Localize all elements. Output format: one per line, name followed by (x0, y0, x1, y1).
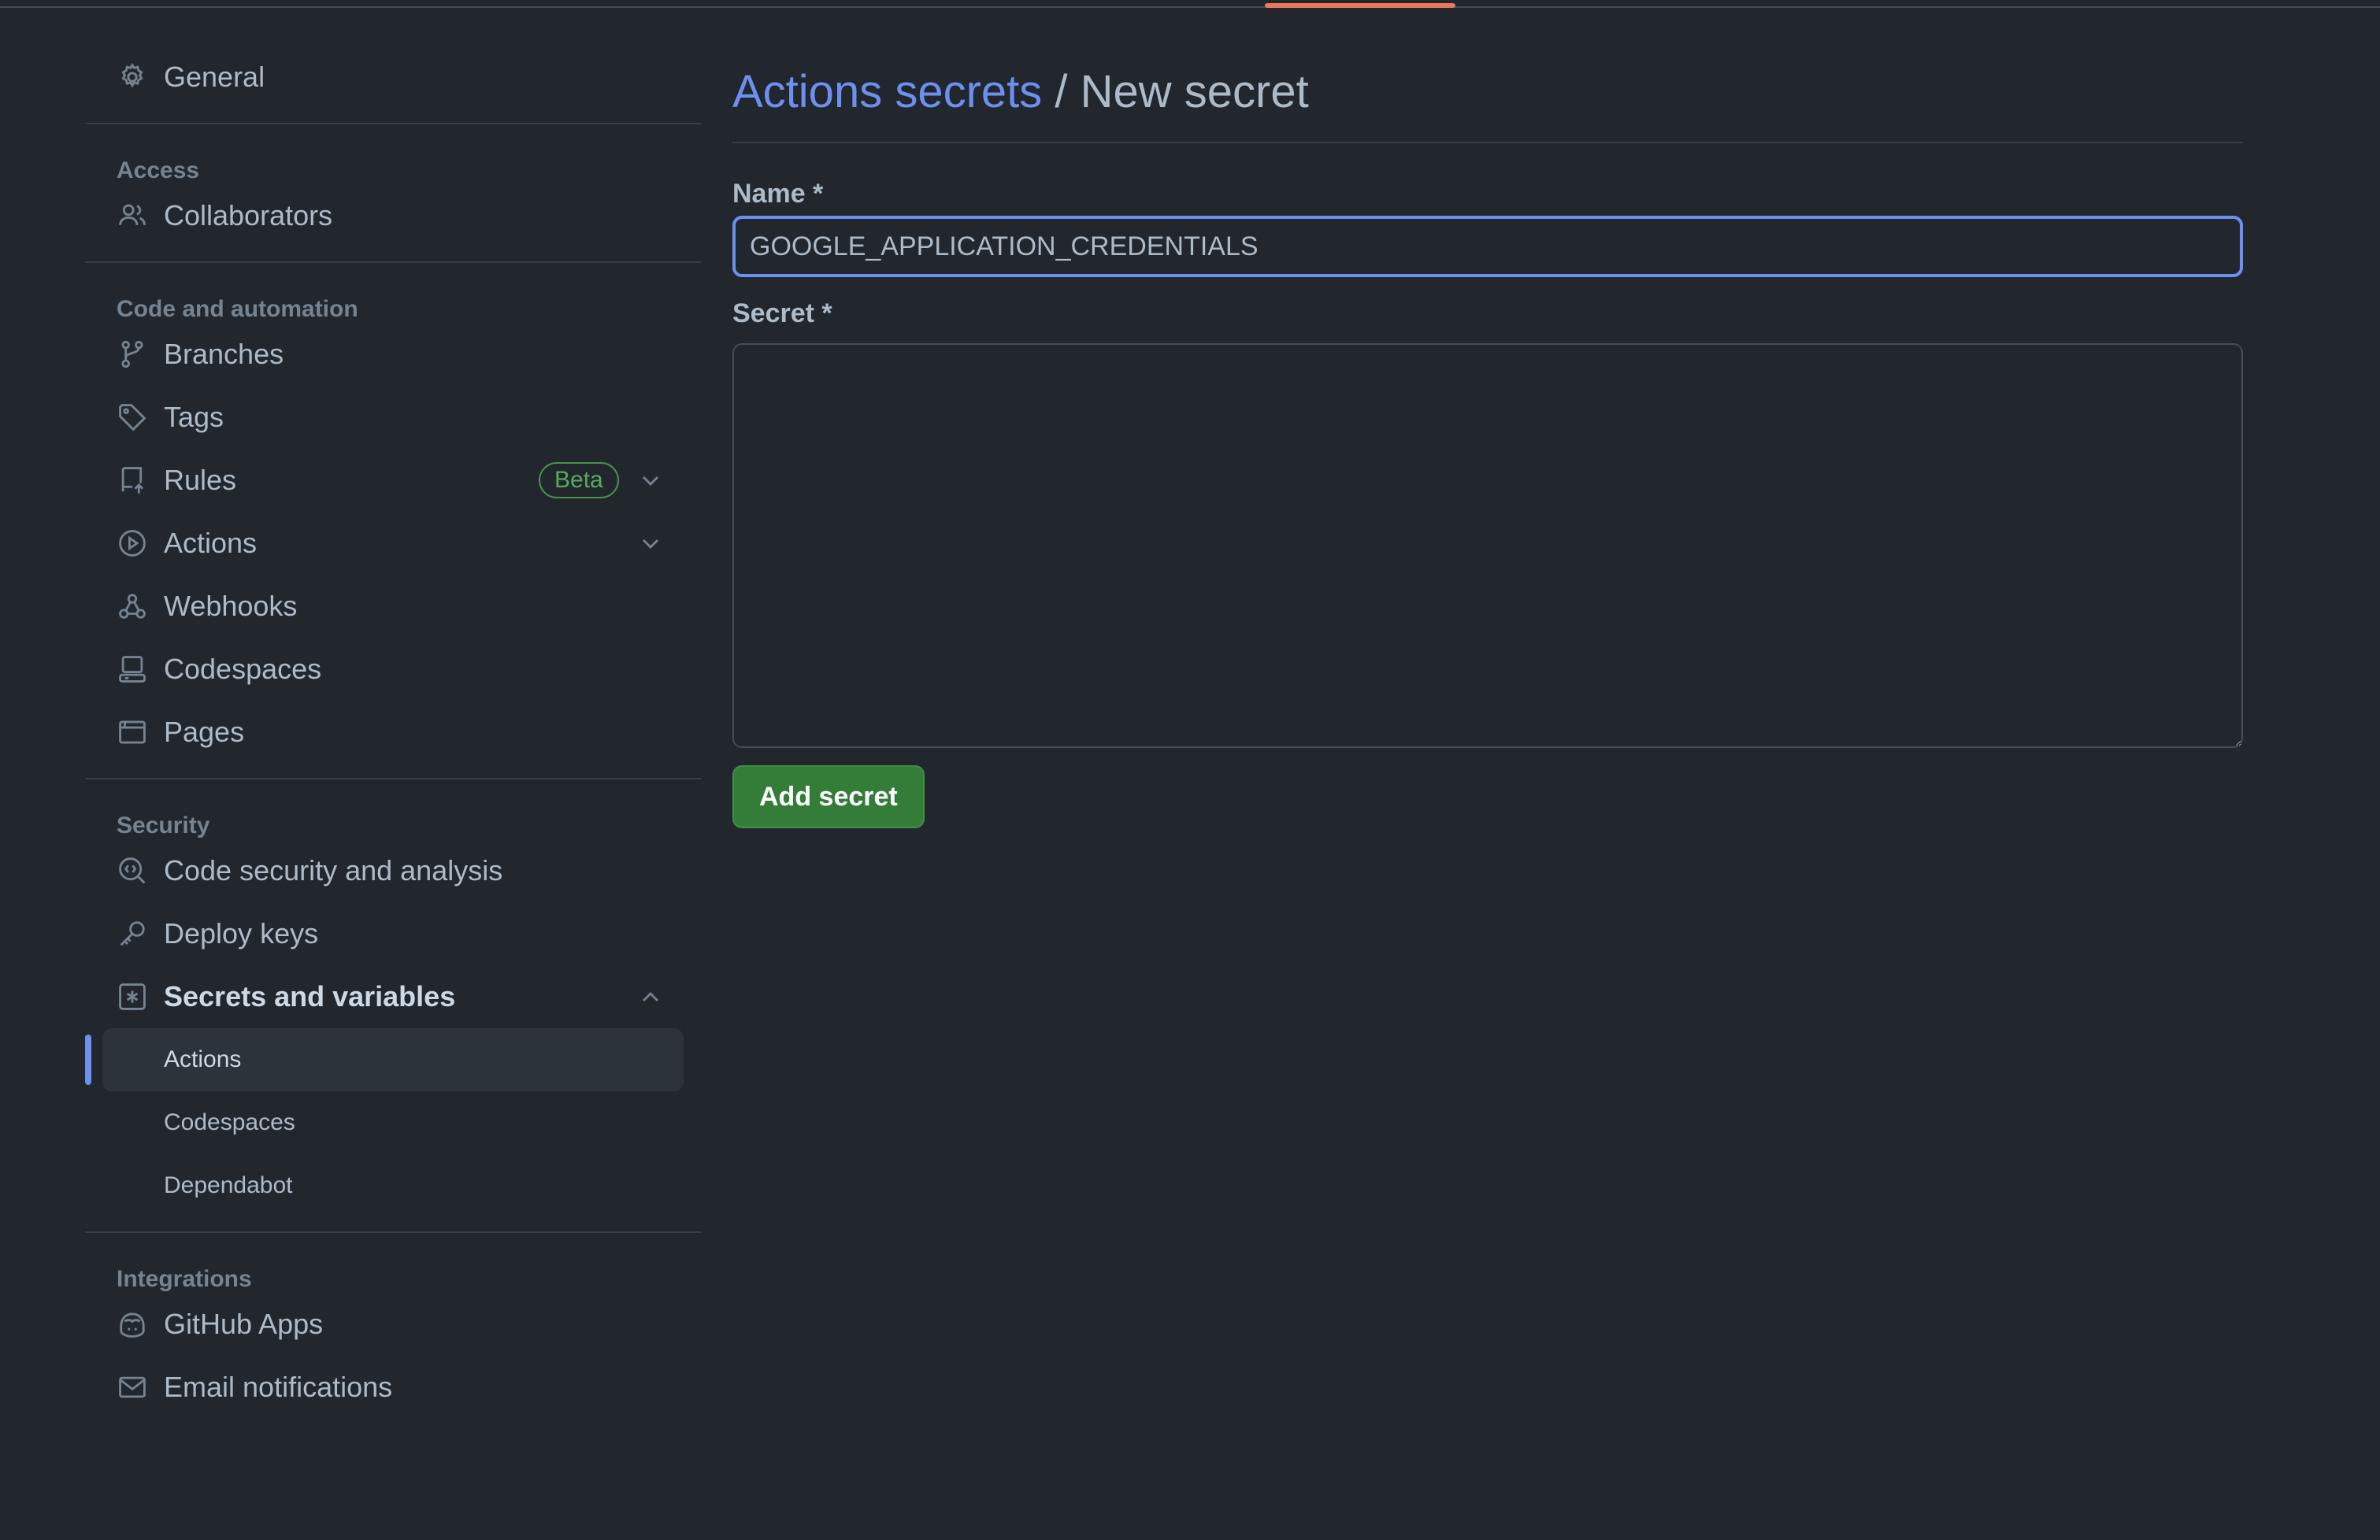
main-content: Actions secrets / New secret Name * Secr… (732, 65, 2243, 828)
breadcrumb-separator: / (1055, 66, 1068, 117)
add-secret-button[interactable]: Add secret (732, 765, 925, 828)
sidebar-item-secrets-variables[interactable]: Secrets and variables (85, 965, 701, 1028)
play-icon (117, 528, 148, 559)
sidebar-divider (85, 261, 701, 263)
sidebar-item-actions[interactable]: Actions (85, 512, 701, 575)
sidebar-subitem-actions[interactable]: Actions (85, 1028, 701, 1091)
sidebar-item-pages[interactable]: Pages (85, 701, 701, 764)
sidebar-item-label: Actions (164, 527, 258, 559)
top-border (0, 0, 2380, 8)
asterisk-box-icon (117, 981, 148, 1012)
settings-sidebar: General Access Collaborators Code and au… (85, 46, 701, 1419)
sidebar-divider (85, 778, 701, 779)
sidebar-item-collaborators[interactable]: Collaborators (85, 184, 701, 247)
sidebar-item-label: GitHub Apps (164, 1308, 324, 1340)
name-field-label: Name * (732, 179, 824, 209)
sidebar-item-rules[interactable]: Rules Beta (85, 449, 701, 512)
sidebar-item-tags[interactable]: Tags (85, 386, 701, 449)
codespaces-icon (117, 653, 148, 685)
active-indicator (85, 1035, 91, 1085)
sidebar-subitem-codespaces[interactable]: Codespaces (85, 1091, 701, 1154)
sidebar-item-codespaces[interactable]: Codespaces (85, 638, 701, 701)
sidebar-subitem-label: Dependabot (164, 1172, 293, 1198)
secret-field-label: Secret * (732, 298, 832, 328)
sidebar-item-general[interactable]: General (85, 46, 701, 109)
sidebar-item-label: Code security and analysis (164, 854, 503, 887)
key-icon (117, 918, 148, 950)
page-title: Actions secrets / New secret (732, 65, 2243, 120)
chevron-down-icon[interactable] (638, 468, 663, 493)
sidebar-item-label: Pages (164, 716, 245, 748)
sidebar-item-branches[interactable]: Branches (85, 323, 701, 386)
sidebar-item-deploy-keys[interactable]: Deploy keys (85, 902, 701, 965)
sidebar-item-label: Tags (164, 401, 224, 433)
secret-name-input[interactable] (732, 216, 2243, 277)
sidebar-item-label: Email notifications (164, 1371, 393, 1403)
mail-icon (117, 1372, 148, 1403)
copilot-icon (117, 1309, 148, 1340)
codescan-icon (117, 855, 148, 887)
sidebar-divider (85, 1231, 701, 1233)
webhook-icon (117, 590, 148, 622)
sidebar-divider (85, 123, 701, 124)
sidebar-item-label: Deploy keys (164, 917, 319, 950)
sidebar-item-github-apps[interactable]: GitHub Apps (85, 1293, 701, 1356)
secret-value-textarea[interactable] (732, 343, 2243, 748)
browser-icon (117, 716, 148, 748)
title-divider (732, 142, 2243, 143)
section-heading-integrations: Integrations (117, 1266, 252, 1292)
branch-icon (117, 339, 148, 370)
sidebar-subitem-label: Codespaces (164, 1109, 295, 1135)
section-heading-access: Access (117, 157, 200, 183)
chevron-up-icon[interactable] (638, 984, 663, 1009)
beta-badge: Beta (539, 462, 619, 498)
sidebar-item-label: Codespaces (164, 653, 322, 685)
section-heading-security: Security (117, 813, 210, 838)
section-heading-code-automation: Code and automation (117, 296, 358, 322)
gear-icon (117, 61, 148, 93)
sidebar-item-code-security[interactable]: Code security and analysis (85, 839, 701, 902)
sidebar-item-label: Secrets and variables (164, 980, 456, 1012)
sidebar-item-label: Branches (164, 338, 284, 370)
sidebar-item-label: Rules (164, 464, 237, 496)
sidebar-item-label: General (164, 61, 265, 93)
breadcrumb-current: New secret (1080, 66, 1309, 117)
sidebar-subitem-label: Actions (164, 1046, 242, 1072)
people-icon (117, 200, 148, 231)
active-tab-underline (1265, 3, 1455, 8)
sidebar-subitem-dependabot[interactable]: Dependabot (85, 1154, 701, 1217)
sidebar-item-webhooks[interactable]: Webhooks (85, 575, 701, 638)
breadcrumb-link-actions-secrets[interactable]: Actions secrets (732, 66, 1042, 117)
repo-push-icon (117, 465, 148, 496)
tag-icon (117, 402, 148, 433)
chevron-down-icon[interactable] (638, 531, 663, 556)
sidebar-item-label: Collaborators (164, 199, 333, 231)
sidebar-item-label: Webhooks (164, 590, 298, 622)
sidebar-item-email-notifications[interactable]: Email notifications (85, 1356, 701, 1419)
